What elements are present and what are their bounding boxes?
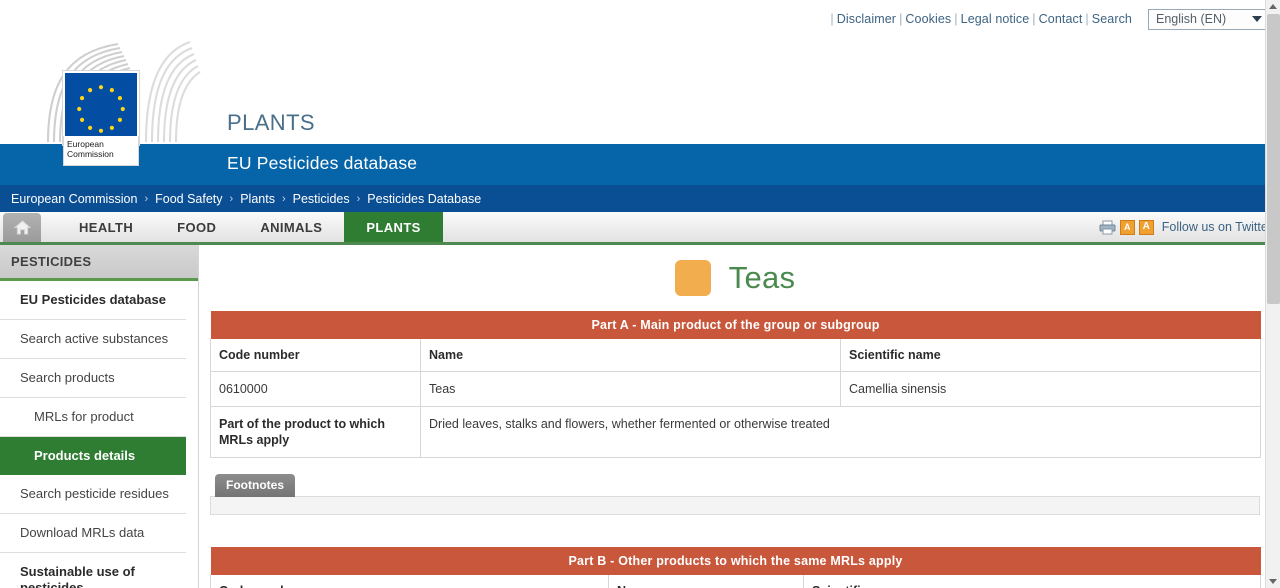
part-a-footnotes-block: Footnotes	[210, 474, 1260, 515]
sidebar-item-eu-pesticides-database[interactable]: EU Pesticides database	[0, 281, 186, 320]
part-a-footnotes-tab[interactable]: Footnotes	[215, 474, 295, 497]
utility-link-cookies[interactable]: Cookies	[903, 12, 953, 26]
part-a-cell-name: Teas	[421, 372, 841, 407]
sidebar-item-download-mrls-data[interactable]: Download MRLs data	[0, 514, 186, 553]
part-a-col-name: Name	[421, 339, 841, 372]
part-b-banner-row: Part B - Other products to which the sam…	[211, 547, 1261, 575]
util-sep: |	[1032, 12, 1035, 26]
breadcrumb-item-pesticides[interactable]: Pesticides	[293, 192, 350, 206]
text-size-small-icon[interactable]: A	[1120, 220, 1135, 235]
main-navigation: HEALTH FOOD ANIMALS PLANTS A A Follow us…	[0, 212, 1280, 245]
page-title-row: Teas	[210, 245, 1260, 307]
app-banner: EU Pesticides database	[0, 144, 1280, 185]
part-a-header-row: Code number Name Scientific name	[211, 339, 1261, 372]
part-a-value-part-of-product: Dried leaves, stalks and flowers, whethe…	[421, 407, 1261, 458]
follow-twitter-link[interactable]: Follow us on Twitter	[1162, 220, 1272, 234]
ec-label-line1: European	[67, 139, 138, 149]
breadcrumb: European Commission › Food Safety › Plan…	[0, 185, 1280, 212]
nav-tab-plants[interactable]: PLANTS	[344, 212, 442, 242]
sidebar: PESTICIDES EU Pesticides database Search…	[0, 245, 199, 588]
chevron-right-icon: ›	[357, 193, 361, 205]
language-selector[interactable]: English (EN)	[1148, 9, 1270, 30]
sidebar-item-search-pesticide-residues[interactable]: Search pesticide residues	[0, 475, 186, 514]
part-b-col-scientific-name: Scientific name	[804, 575, 1261, 588]
breadcrumb-item-food-safety[interactable]: Food Safety	[155, 192, 222, 206]
chevron-right-icon: ›	[282, 193, 286, 205]
breadcrumb-item-pesticides-database[interactable]: Pesticides Database	[367, 192, 481, 206]
utility-link-search[interactable]: Search	[1090, 12, 1134, 26]
part-a-col-scientific-name: Scientific name	[841, 339, 1261, 372]
sidebar-item-sustainable-use-of-pesticides[interactable]: Sustainable use of pesticides	[0, 553, 186, 588]
part-b-header-row: Code number Name Scientific name	[211, 575, 1261, 588]
part-b-col-code-number: Code number	[211, 575, 609, 588]
part-b-table: Part B - Other products to which the sam…	[210, 547, 1261, 588]
site-title: PLANTS	[227, 110, 315, 136]
part-a-banner-row: Part A - Main product of the group or su…	[211, 311, 1261, 339]
nav-tab-health[interactable]: HEALTH	[57, 212, 155, 242]
table-row: Part of the product to which MRLs apply …	[211, 407, 1261, 458]
nav-tab-animals[interactable]: ANIMALS	[238, 212, 344, 242]
home-icon	[13, 219, 32, 236]
language-selector-value: English (EN)	[1156, 12, 1226, 26]
chevron-down-icon	[1252, 16, 1262, 22]
util-sep: |	[830, 12, 833, 26]
sidebar-item-search-products[interactable]: Search products	[0, 359, 186, 398]
app-banner-title: EU Pesticides database	[227, 153, 417, 174]
breadcrumb-item-plants[interactable]: Plants	[240, 192, 275, 206]
nav-utilities: A A Follow us on Twitter	[1099, 212, 1280, 242]
chevron-right-icon: ›	[230, 193, 234, 205]
home-button[interactable]	[3, 213, 41, 242]
page-title: Teas	[729, 260, 796, 296]
page-body: PESTICIDES EU Pesticides database Search…	[0, 245, 1280, 588]
ec-label-line2: Commission	[67, 149, 138, 159]
scrollbar-thumb[interactable]	[1267, 14, 1280, 304]
util-sep: |	[1085, 12, 1088, 26]
chevron-right-icon: ›	[144, 193, 148, 205]
sidebar-item-search-active-substances[interactable]: Search active substances	[0, 320, 186, 359]
part-b-col-name: Name	[609, 575, 804, 588]
sidebar-item-products-details[interactable]: Products details	[0, 437, 186, 475]
text-size-large-icon[interactable]: A	[1139, 220, 1154, 235]
main-content: Teas Part A - Main product of the group …	[199, 245, 1280, 588]
utility-links: |Disclaimer|Cookies|Legal notice|Contact…	[829, 12, 1134, 26]
part-a-cell-scientific-name: Camellia sinensis	[841, 372, 1261, 407]
utility-link-disclaimer[interactable]: Disclaimer	[835, 12, 898, 26]
table-row: 0610000 Teas Camellia sinensis	[211, 372, 1261, 407]
section-spacer	[210, 515, 1260, 543]
utility-link-legal-notice[interactable]: Legal notice	[959, 12, 1032, 26]
part-a-col-code-number: Code number	[211, 339, 421, 372]
util-sep: |	[899, 12, 902, 26]
scroll-up-arrow-icon[interactable]	[1269, 4, 1277, 9]
eu-flag-icon	[63, 71, 139, 145]
part-a-cell-code-number: 0610000	[211, 372, 421, 407]
utility-bar: |Disclaimer|Cookies|Legal notice|Contact…	[0, 0, 1280, 38]
util-sep: |	[954, 12, 957, 26]
european-commission-label: European Commission	[63, 136, 139, 166]
part-a-label-part-of-product: Part of the product to which MRLs apply	[211, 407, 421, 458]
product-group-swatch-icon	[675, 260, 711, 296]
nav-tab-food[interactable]: FOOD	[155, 212, 238, 242]
part-a-footnotes-panel	[210, 496, 1260, 515]
scroll-down-arrow-icon[interactable]	[1269, 579, 1277, 584]
sidebar-item-mrls-for-product[interactable]: MRLs for product	[0, 398, 186, 437]
masthead: European Commission PLANTS	[0, 38, 1280, 144]
printer-icon[interactable]	[1099, 220, 1116, 235]
sidebar-header: PESTICIDES	[0, 245, 198, 281]
part-b-banner: Part B - Other products to which the sam…	[211, 547, 1261, 575]
utility-link-contact[interactable]: Contact	[1037, 12, 1085, 26]
part-a-banner: Part A - Main product of the group or su…	[211, 311, 1261, 339]
breadcrumb-item-european-commission[interactable]: European Commission	[11, 192, 137, 206]
part-a-table: Part A - Main product of the group or su…	[210, 311, 1261, 458]
page-scrollbar[interactable]	[1265, 0, 1280, 588]
